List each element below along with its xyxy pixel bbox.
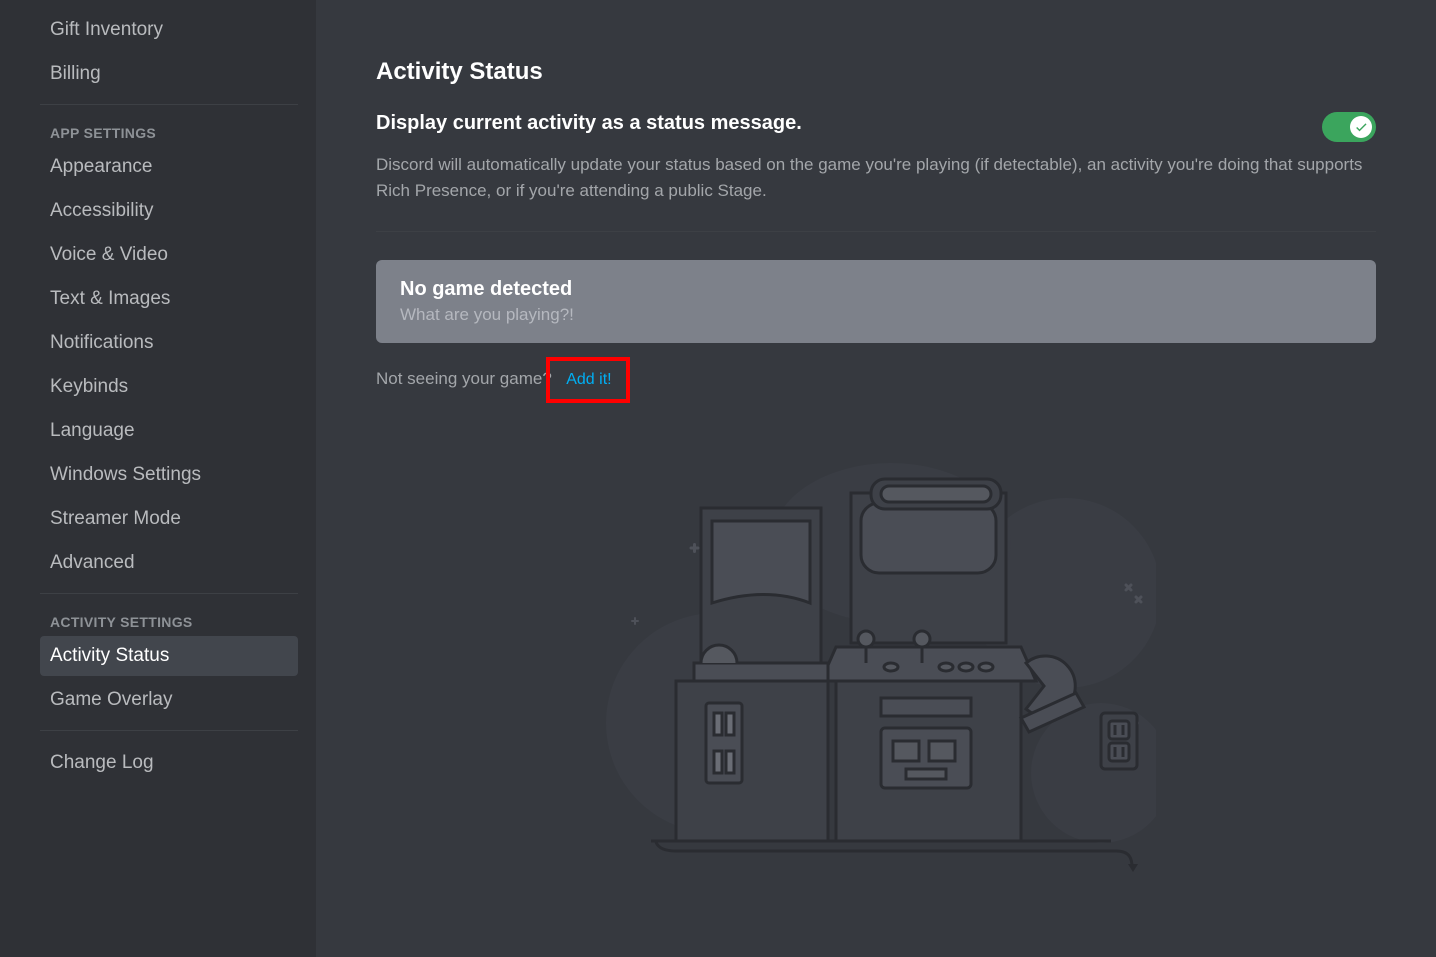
main-content: Activity Status Display current activity… bbox=[316, 0, 1436, 957]
sidebar-header-app-settings: App Settings bbox=[40, 117, 298, 147]
sidebar-separator bbox=[40, 593, 298, 594]
sidebar-item-language[interactable]: Language bbox=[40, 411, 298, 451]
sidebar-separator bbox=[40, 104, 298, 105]
sidebar-item-streamer-mode[interactable]: Streamer Mode bbox=[40, 499, 298, 539]
sidebar-item-gift-inventory[interactable]: Gift Inventory bbox=[40, 10, 298, 50]
check-icon bbox=[1354, 120, 1368, 134]
sidebar-item-billing[interactable]: Billing bbox=[40, 54, 298, 94]
sidebar-item-voice-video[interactable]: Voice & Video bbox=[40, 235, 298, 275]
sidebar-item-windows-settings[interactable]: Windows Settings bbox=[40, 455, 298, 495]
display-activity-label: Display current activity as a status mes… bbox=[376, 112, 1322, 135]
sidebar-item-keybinds[interactable]: Keybinds bbox=[40, 367, 298, 407]
card-title: No game detected bbox=[400, 278, 1352, 301]
arcade-illustration bbox=[596, 463, 1156, 893]
display-activity-toggle[interactable] bbox=[1322, 112, 1376, 142]
sidebar-item-activity-status[interactable]: Activity Status bbox=[40, 636, 298, 676]
sidebar-separator bbox=[40, 730, 298, 731]
sidebar-item-accessibility[interactable]: Accessibility bbox=[40, 191, 298, 231]
sidebar-item-advanced[interactable]: Advanced bbox=[40, 543, 298, 583]
toggle-knob bbox=[1350, 116, 1372, 138]
sidebar-item-appearance[interactable]: Appearance bbox=[40, 147, 298, 187]
sidebar-item-text-images[interactable]: Text & Images bbox=[40, 279, 298, 319]
settings-sidebar: Gift Inventory Billing App Settings Appe… bbox=[0, 0, 316, 957]
add-it-link[interactable]: Add it! bbox=[566, 371, 611, 388]
sidebar-item-notifications[interactable]: Notifications bbox=[40, 323, 298, 363]
not-seeing-game-text: Not seeing your game? bbox=[376, 369, 552, 388]
no-game-detected-card: No game detected What are you playing?! bbox=[376, 260, 1376, 343]
sidebar-item-change-log[interactable]: Change Log bbox=[40, 743, 298, 783]
add-it-highlight: Add it! bbox=[546, 357, 629, 403]
section-divider bbox=[376, 231, 1376, 232]
sidebar-header-activity-settings: Activity Settings bbox=[40, 606, 298, 636]
card-subtitle: What are you playing?! bbox=[400, 305, 1352, 325]
sidebar-item-game-overlay[interactable]: Game Overlay bbox=[40, 680, 298, 720]
display-activity-description: Discord will automatically update your s… bbox=[376, 152, 1376, 203]
page-title: Activity Status bbox=[376, 58, 1376, 86]
